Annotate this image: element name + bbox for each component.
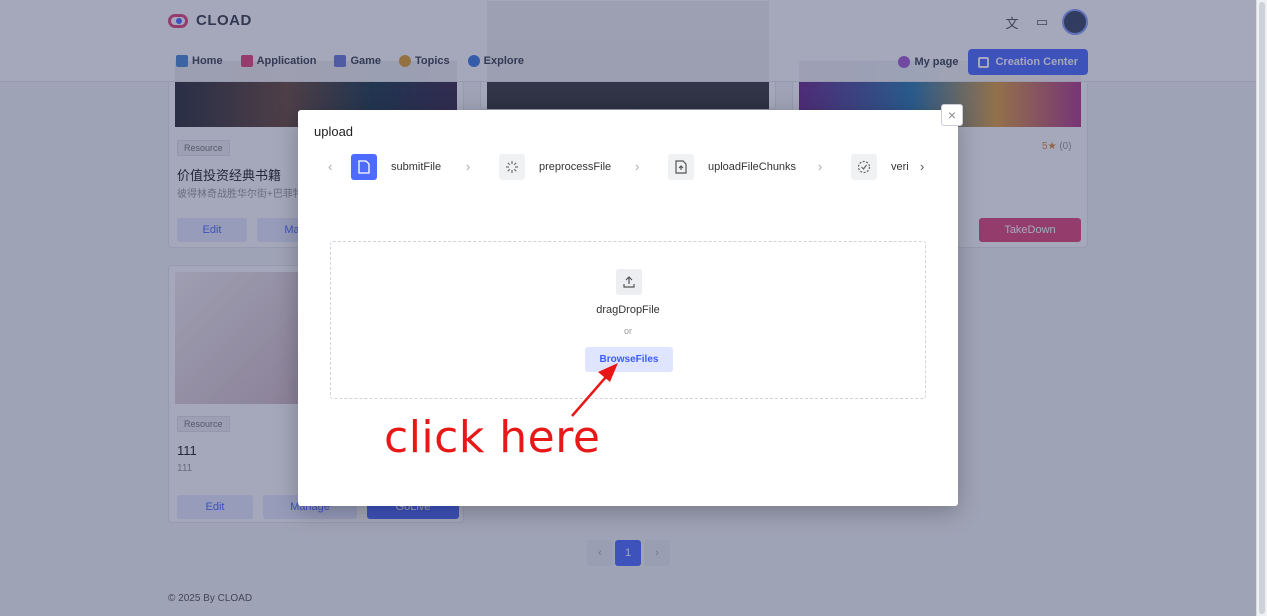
click-here-annotation: click here (384, 412, 601, 463)
verify-icon[interactable] (851, 154, 877, 180)
or-text: or (623, 326, 632, 336)
modal-title: upload (314, 124, 354, 139)
step-label: preprocessFile (539, 161, 612, 173)
close-icon[interactable]: × (941, 104, 963, 126)
page-scrollbar[interactable] (1256, 0, 1267, 616)
loading-icon[interactable] (499, 154, 525, 180)
step-label: veri (891, 161, 909, 173)
step-label: uploadFileChunks (708, 161, 797, 173)
upload-modal: upload × ‹ submitFile › preprocessFile ›… (298, 104, 963, 506)
chevron-right-icon[interactable]: › (920, 159, 924, 174)
scrollbar-thumb[interactable] (1259, 2, 1265, 614)
annotation-arrow (571, 363, 618, 417)
upload-icon (616, 269, 642, 295)
chevron-right-icon: › (635, 159, 640, 174)
upload-steps: ‹ submitFile › preprocessFile › uploadFi… (328, 153, 932, 181)
chevron-left-icon[interactable]: ‹ (328, 159, 332, 174)
chevron-right-icon: › (818, 159, 823, 174)
file-icon[interactable] (351, 154, 377, 180)
file-upload-icon[interactable] (668, 154, 694, 180)
drag-drop-text: dragDropFile (596, 304, 660, 316)
step-label: submitFile (391, 161, 442, 173)
chevron-right-icon: › (466, 159, 471, 174)
